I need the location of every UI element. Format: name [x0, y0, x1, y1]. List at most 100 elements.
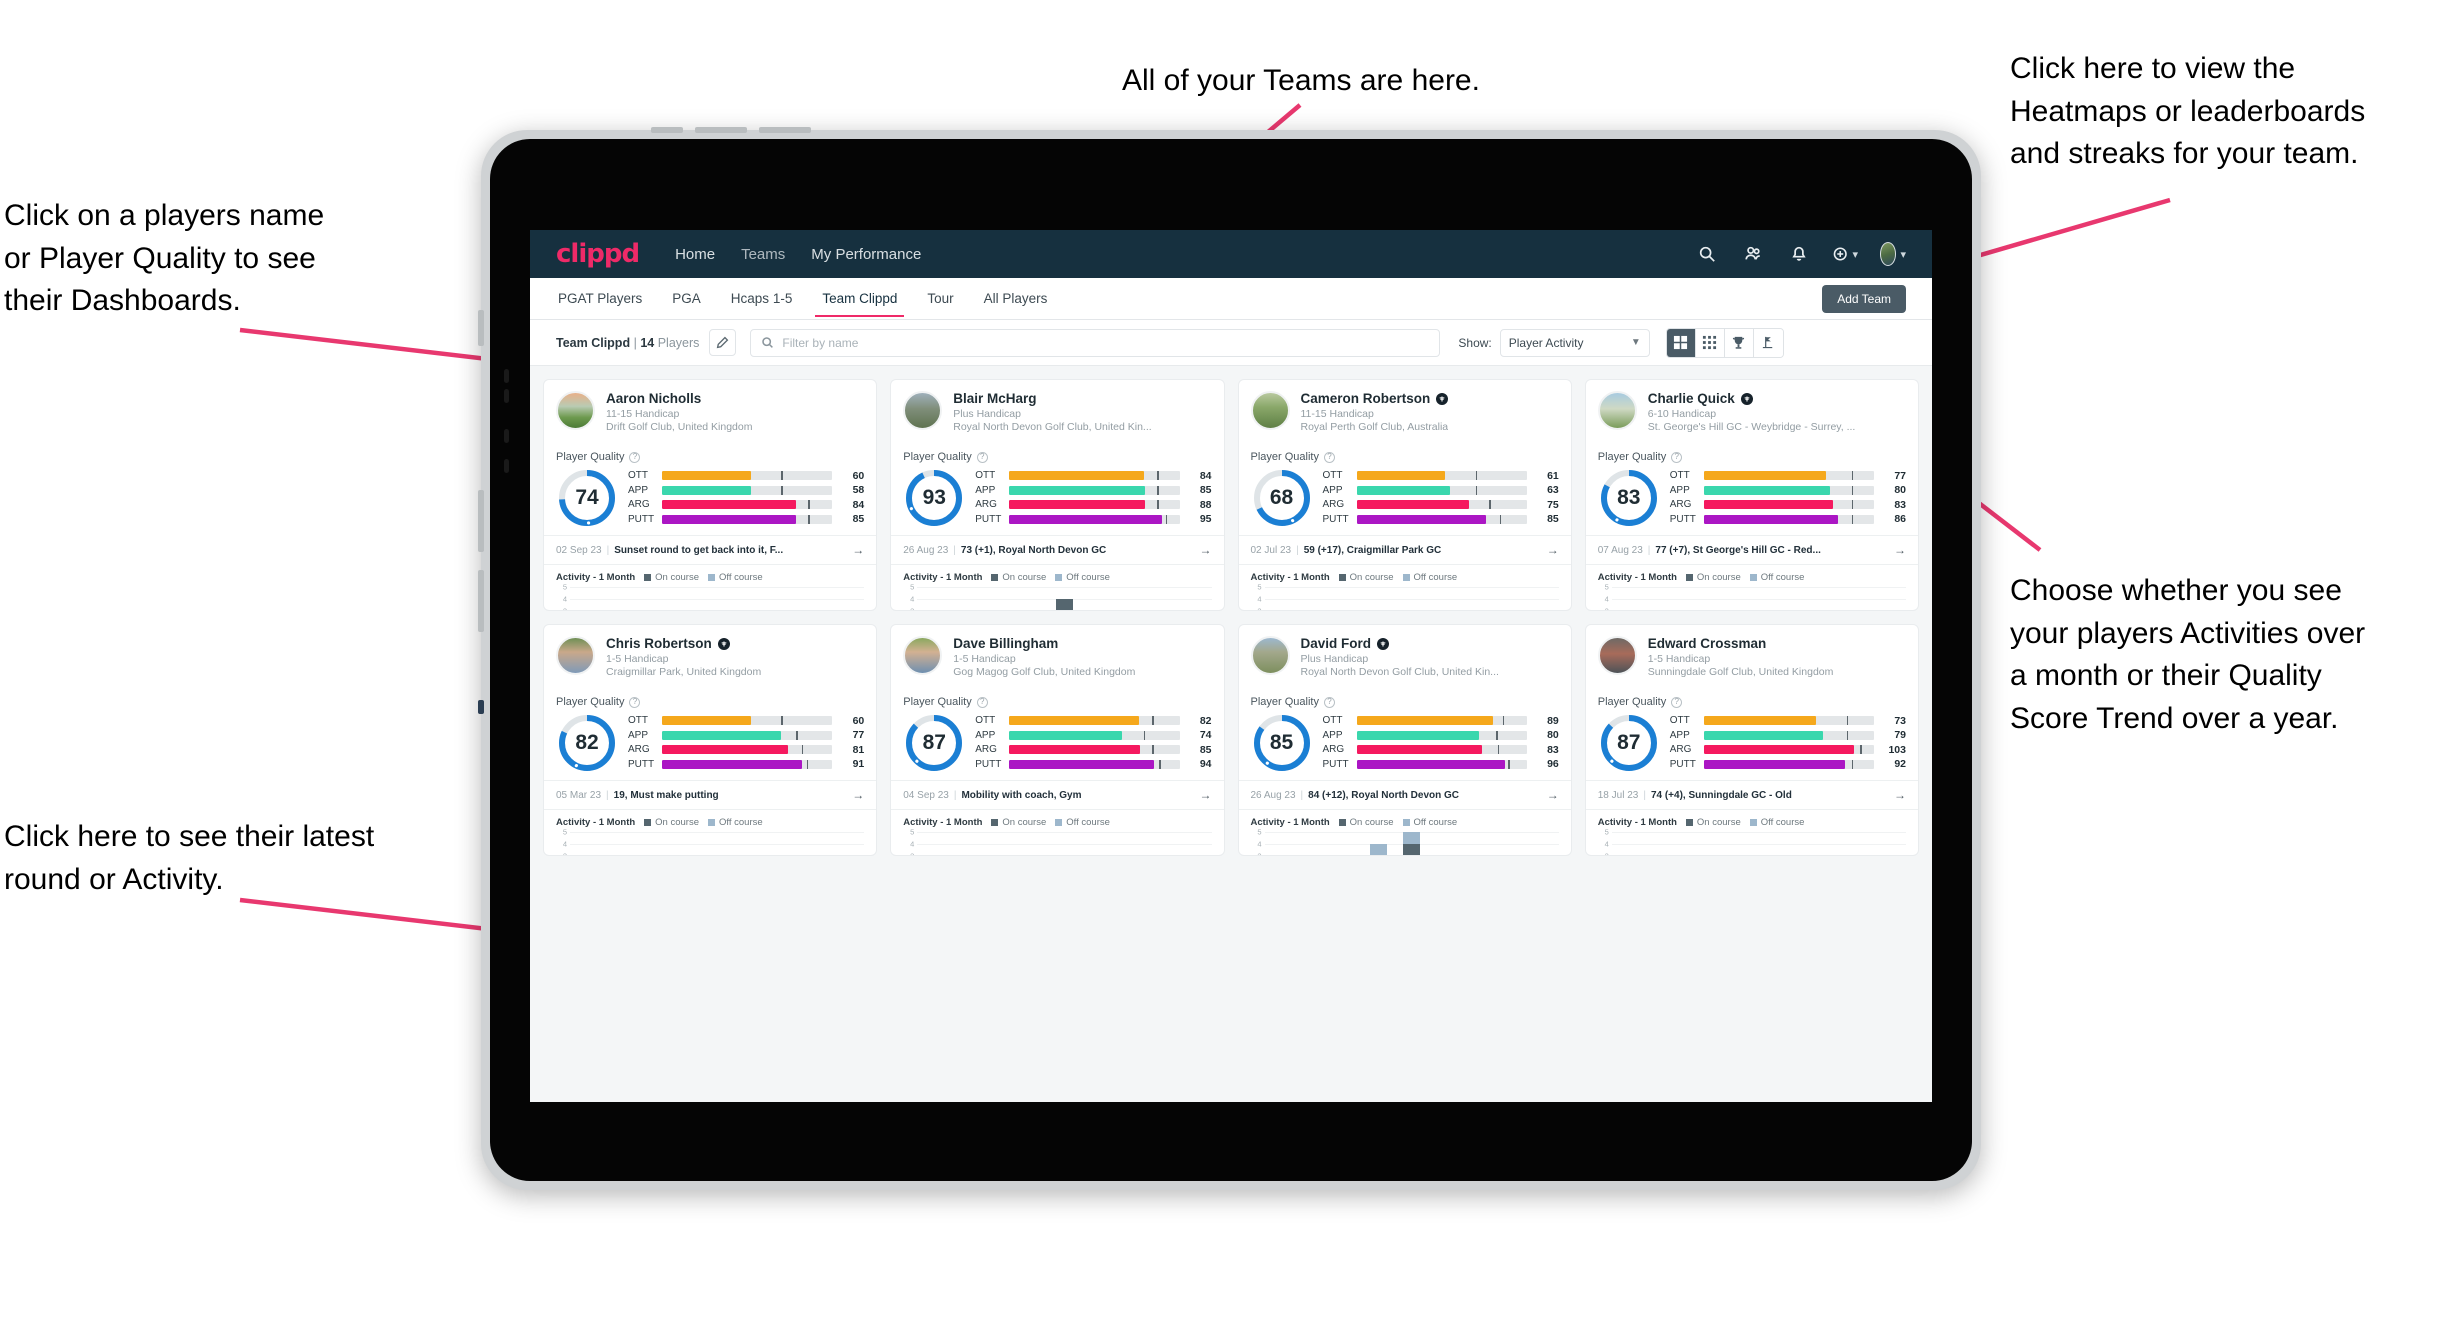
- player-card-header[interactable]: Aaron Nicholls 11-15 Handicap Drift Golf C…: [544, 380, 876, 442]
- player-quality-section[interactable]: Player Quality? 74 OTT 60 APP 58 ARG 84 PUTT 85: [544, 442, 876, 535]
- pencil-icon[interactable]: [709, 329, 737, 356]
- people-icon[interactable]: [1740, 241, 1766, 267]
- chevron-down-icon[interactable]: ▾: [1852, 248, 1858, 261]
- latest-round-row[interactable]: 18 Jul 23 | 74 (+4), Sunningdale GC - Old →: [1585, 780, 1918, 809]
- player-card[interactable]: David Ford Plus Handicap Royal North Devon…: [1237, 624, 1572, 856]
- avatar[interactable]: [556, 391, 595, 430]
- player-quality-body: 87 OTT 82 APP 74 ARG 85 PUTT 94: [903, 712, 1212, 774]
- avatar[interactable]: [903, 391, 943, 430]
- player-card-header[interactable]: Blair McHarg Plus Handicap Royal North Dev…: [891, 380, 1223, 442]
- arrow-right-icon[interactable]: →: [1200, 543, 1212, 557]
- bell-icon[interactable]: [1786, 241, 1812, 267]
- tab-team-clippd[interactable]: Team Clippd: [815, 280, 905, 317]
- player-quality-section[interactable]: Player Quality? 93 OTT 84 APP 85 ARG 88 PUTT 95: [891, 442, 1223, 535]
- activity-chart-slot: [733, 587, 766, 610]
- nav-link-teams[interactable]: Teams: [741, 246, 785, 263]
- avatar[interactable]: [1597, 636, 1637, 675]
- device-button-top3[interactable]: [759, 127, 811, 133]
- golf-flag-icon[interactable]: [1753, 328, 1783, 357]
- activity-chart-y-tick: 5: [1604, 827, 1609, 837]
- player-name[interactable]: Edward Crossman: [1648, 636, 1834, 651]
- grid-large-icon[interactable]: [1666, 328, 1696, 357]
- player-quality-section[interactable]: Player Quality? 87 OTT 73 APP 79 ARG 103 PUTT 92: [1586, 687, 1918, 780]
- avatar[interactable]: ▾: [1880, 241, 1906, 267]
- add-team-button[interactable]: Add Team: [1822, 284, 1906, 313]
- arrow-right-icon[interactable]: →: [1547, 543, 1559, 557]
- avatar[interactable]: [1597, 391, 1637, 430]
- player-card-header[interactable]: Edward Crossman 1-5 Handicap Sunningdale G…: [1586, 625, 1918, 687]
- avatar[interactable]: [556, 636, 595, 675]
- search-input[interactable]: [782, 335, 1430, 350]
- player-card-header[interactable]: Charlie Quick 6-10 Handicap St. George's H…: [1586, 380, 1918, 442]
- player-card-header[interactable]: Chris Robertson 1-5 Handicap Craigmillar P…: [544, 625, 876, 687]
- player-name[interactable]: Charlie Quick: [1648, 391, 1856, 406]
- help-icon[interactable]: ?: [629, 451, 641, 463]
- player-card[interactable]: Blair McHarg Plus Handicap Royal North Dev…: [890, 379, 1225, 611]
- help-icon[interactable]: ?: [1323, 696, 1335, 708]
- arrow-right-icon[interactable]: →: [852, 788, 864, 802]
- show-select[interactable]: Player Activity ▼: [1499, 328, 1650, 357]
- player-quality-section[interactable]: Player Quality? 83 OTT 77 APP 80 ARG 83 PUTT 86: [1586, 442, 1918, 535]
- latest-round-row[interactable]: 26 Aug 23 | 73 (+1), Royal North Devon GC →: [891, 535, 1224, 564]
- help-icon[interactable]: ?: [976, 696, 988, 708]
- device-button-power[interactable]: [478, 310, 484, 346]
- player-card[interactable]: Dave Billingham 1-5 Handicap Gog Magog Gol…: [890, 624, 1225, 856]
- tab-tour[interactable]: Tour: [925, 280, 955, 317]
- player-name[interactable]: Cameron Robertson: [1301, 391, 1449, 406]
- help-icon[interactable]: ?: [1323, 451, 1335, 463]
- device-button-volume-down[interactable]: [478, 570, 484, 632]
- player-card[interactable]: Chris Robertson 1-5 Handicap Craigmillar P…: [543, 624, 878, 856]
- player-card[interactable]: Cameron Robertson 11-15 Handicap Royal Per…: [1237, 379, 1572, 611]
- nav-link-my-performance[interactable]: My Performance: [811, 246, 921, 263]
- trophy-icon[interactable]: [1724, 328, 1754, 357]
- player-name[interactable]: David Ford: [1301, 636, 1499, 651]
- avatar[interactable]: [1250, 391, 1290, 430]
- device-button-volume-up[interactable]: [478, 490, 484, 552]
- help-icon[interactable]: ?: [629, 696, 641, 708]
- latest-round-row[interactable]: 05 Mar 23 | 19, Must make putting →: [544, 780, 877, 809]
- help-icon[interactable]: ?: [1671, 451, 1683, 463]
- player-card-header[interactable]: Cameron Robertson 11-15 Handicap Royal Per…: [1239, 380, 1571, 442]
- latest-round-row[interactable]: 26 Aug 23 | 84 (+12), Royal North Devon GC…: [1238, 780, 1571, 809]
- tab-hcaps-1-5[interactable]: Hcaps 1-5: [729, 280, 795, 317]
- tab-pga[interactable]: PGA: [670, 280, 703, 317]
- search-field-wrapper[interactable]: [750, 328, 1441, 357]
- help-icon[interactable]: ?: [1671, 696, 1683, 708]
- arrow-right-icon[interactable]: →: [1894, 543, 1906, 557]
- search-icon[interactable]: [1694, 241, 1720, 267]
- chevron-down-icon-avatar[interactable]: ▾: [1900, 248, 1906, 261]
- avatar[interactable]: [1250, 636, 1290, 675]
- latest-round-row[interactable]: 02 Jul 23 | 59 (+17), Craigmillar Park GC →: [1238, 535, 1571, 564]
- player-name[interactable]: Dave Billingham: [953, 636, 1135, 651]
- arrow-right-icon[interactable]: →: [1894, 788, 1906, 802]
- player-quality-section[interactable]: Player Quality? 85 OTT 89 APP 80 ARG 83 PUTT 96: [1239, 687, 1571, 780]
- player-card[interactable]: Aaron Nicholls 11-15 Handicap Drift Golf C…: [543, 379, 878, 611]
- device-button-top2[interactable]: [695, 127, 747, 133]
- player-card[interactable]: Edward Crossman 1-5 Handicap Sunningdale G…: [1584, 624, 1919, 856]
- tab-pgat-players[interactable]: PGAT Players: [556, 280, 644, 317]
- arrow-right-icon[interactable]: →: [1547, 788, 1559, 802]
- clippd-logo[interactable]: clippd: [556, 239, 640, 269]
- arrow-right-icon[interactable]: →: [852, 543, 864, 557]
- avatar[interactable]: [903, 636, 943, 675]
- player-card-header[interactable]: Dave Billingham 1-5 Handicap Gog Magog Gol…: [891, 625, 1223, 687]
- latest-round-row[interactable]: 04 Sep 23 | Mobility with coach, Gym →: [891, 780, 1224, 809]
- player-quality-section[interactable]: Player Quality? 82 OTT 60 APP 77 ARG 81 PUTT 91: [544, 687, 876, 780]
- player-card[interactable]: Charlie Quick 6-10 Handicap St. George's H…: [1584, 379, 1919, 611]
- player-quality-section[interactable]: Player Quality? 87 OTT 82 APP 74 ARG 85 PUTT 94: [891, 687, 1223, 780]
- tab-all-players[interactable]: All Players: [982, 280, 1050, 317]
- quality-score-donut: 82: [556, 712, 618, 774]
- plus-circle-icon[interactable]: ▾: [1832, 241, 1858, 267]
- device-button-top[interactable]: [651, 127, 683, 133]
- help-icon[interactable]: ?: [976, 451, 988, 463]
- player-quality-section[interactable]: Player Quality? 68 OTT 61 APP 63 ARG 75 PUTT 85: [1239, 442, 1571, 535]
- latest-round-row[interactable]: 07 Aug 23 | 77 (+7), St George's Hill GC -…: [1585, 535, 1918, 564]
- player-name[interactable]: Chris Robertson: [606, 636, 761, 651]
- nav-link-home[interactable]: Home: [675, 246, 715, 263]
- player-card-header[interactable]: David Ford Plus Handicap Royal North Devon…: [1239, 625, 1571, 687]
- player-name[interactable]: Aaron Nicholls: [606, 391, 752, 406]
- grid-small-icon[interactable]: [1695, 328, 1725, 357]
- arrow-right-icon[interactable]: →: [1200, 788, 1212, 802]
- player-name[interactable]: Blair McHarg: [953, 391, 1151, 406]
- latest-round-row[interactable]: 02 Sep 23 | Sunset round to get back into …: [544, 535, 877, 564]
